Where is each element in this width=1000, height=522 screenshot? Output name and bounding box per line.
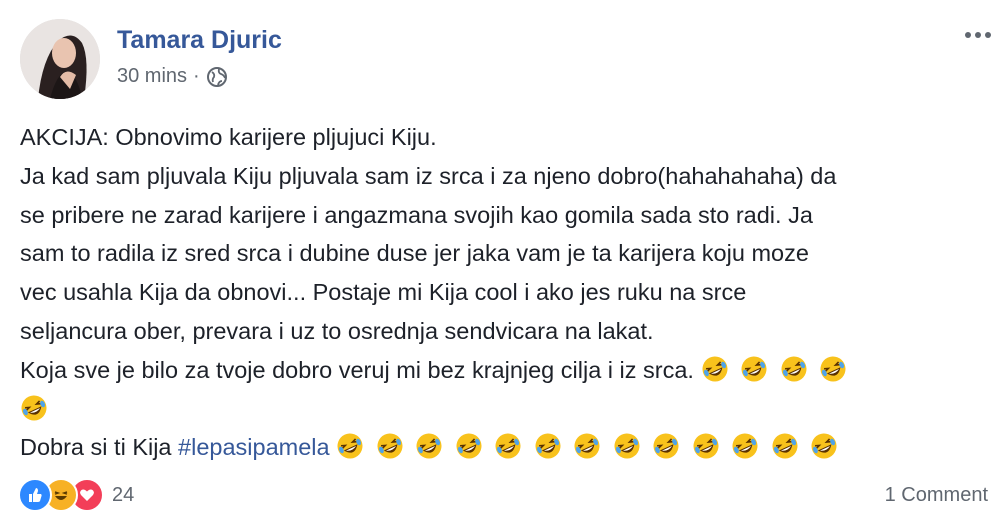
post-line: Ja kad sam pljuvala Kiju pljuvala sam iz… [20, 162, 837, 189]
post-time[interactable]: 30 mins [117, 65, 187, 88]
laughing-emoji-icon [535, 433, 561, 459]
laughing-emoji-icon [741, 356, 767, 382]
laughing-emoji-icon [416, 433, 442, 459]
laughing-emoji-icon [820, 356, 846, 382]
reactions-bar[interactable]: 24 [18, 478, 134, 512]
post-text: AKCIJA: Obnovimo karijere pljujuci Kiju.… [20, 118, 990, 467]
post-line-9: Dobra si ti Kija #lepasipamela [20, 428, 990, 467]
avatar-photo [20, 19, 100, 99]
post-line-8 [20, 390, 990, 429]
laughing-emoji-icon [781, 356, 807, 382]
like-icon [18, 478, 52, 512]
laughing-emoji-icon [495, 433, 521, 459]
laughing-emoji-icon [337, 433, 363, 459]
laughing-emoji-icon [574, 433, 600, 459]
dot-icon [975, 32, 981, 38]
post-line: seljancura ober, prevara i uz to osrednj… [20, 317, 654, 344]
author-name[interactable]: Tamara Djuric [117, 26, 282, 55]
hashtag-link[interactable]: #lepasipamela [178, 434, 330, 460]
laughing-emoji-icon [21, 395, 47, 421]
post-line: vec usahla Kija da obnovi... Postaje mi … [20, 279, 747, 306]
emoji-group [701, 356, 853, 383]
more-options-button[interactable] [960, 20, 996, 50]
post-line: sam to radila iz sred srca i dubine duse… [20, 240, 809, 267]
laughing-emoji-icon [614, 433, 640, 459]
meta-separator: · [193, 65, 200, 87]
author-avatar[interactable] [20, 19, 100, 99]
laughing-emoji-icon [693, 433, 719, 459]
post-meta: 30 mins · [117, 65, 228, 88]
post-line: AKCIJA: Obnovimo karijere pljujuci Kiju. [20, 124, 437, 150]
laughing-emoji-icon [653, 433, 679, 459]
laughing-emoji-icon [732, 433, 758, 459]
post-line-7: Koja sve je bilo za tvoje dobro veruj mi… [20, 351, 990, 390]
emoji-group [20, 395, 53, 422]
globe-icon[interactable] [206, 66, 228, 88]
laughing-emoji-icon [702, 356, 727, 382]
post-line: Koja sve je bilo za tvoje dobro veruj mi… [20, 356, 694, 383]
laughing-emoji-icon [377, 433, 403, 459]
comments-link[interactable]: 1 Comment [885, 484, 988, 507]
reaction-count[interactable]: 24 [112, 484, 134, 507]
post-line: Dobra si ti Kija [20, 434, 172, 461]
laughing-emoji-icon [456, 433, 482, 459]
emoji-group [336, 433, 843, 460]
laughing-emoji-icon [811, 433, 837, 459]
laughing-emoji-icon [772, 433, 798, 459]
dot-icon [965, 32, 971, 38]
post-line: se pribere ne zarad karijere i angazmana… [20, 201, 813, 228]
dot-icon [985, 32, 991, 38]
